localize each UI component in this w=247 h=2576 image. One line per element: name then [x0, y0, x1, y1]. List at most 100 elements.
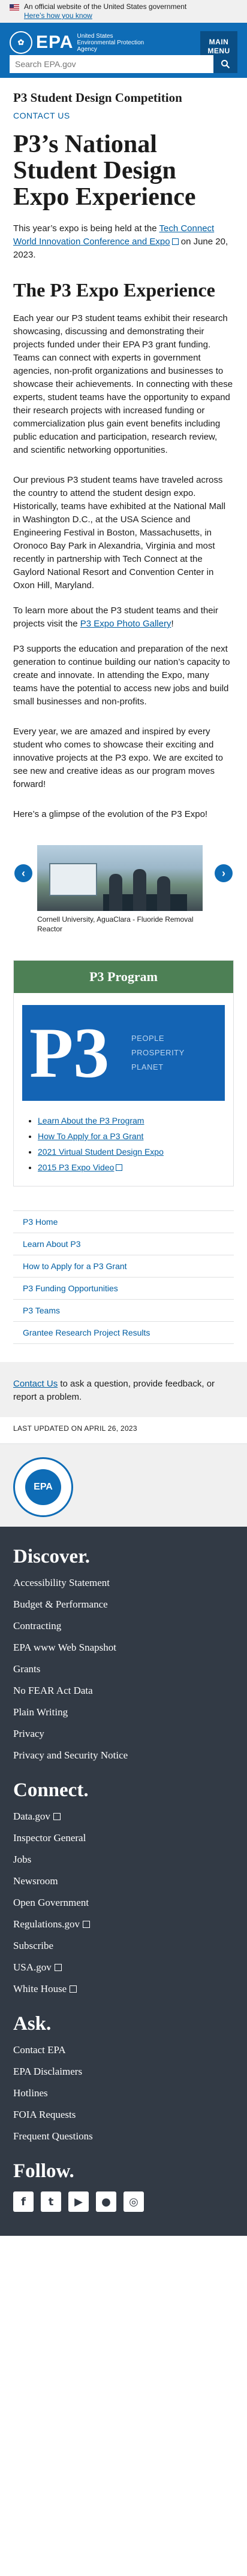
seal-band: EPA	[0, 1443, 247, 1527]
nav-p3-teams[interactable]: P3 Teams	[13, 1299, 234, 1321]
p3-box-heading: P3 Program	[14, 961, 233, 993]
footer-link[interactable]: FOIA Requests	[13, 2109, 76, 2120]
footer-link[interactable]: USA.gov	[13, 1961, 62, 1973]
footer-link[interactable]: Jobs	[13, 1854, 31, 1865]
p3-word-prosperity: PROSPERITY	[131, 1048, 185, 1057]
footer-link[interactable]: Accessibility Statement	[13, 1577, 110, 1588]
footer-link[interactable]: No FEAR Act Data	[13, 1685, 93, 1696]
epa-seal-center: EPA	[25, 1469, 61, 1505]
search-bar	[10, 55, 237, 73]
logo-agency: United States Environmental Protection A…	[77, 32, 144, 53]
section-title: The P3 Expo Experience	[13, 279, 215, 301]
external-link-icon	[54, 1964, 62, 1971]
footer-link[interactable]: Open Government	[13, 1897, 89, 1908]
p3-logo: P3 PEOPLE PROSPERITY PLANET	[22, 1005, 225, 1101]
main-content: P3 Student Design Competition CONTACT US…	[0, 91, 247, 1344]
search-icon	[221, 60, 230, 69]
p3-links: Learn About the P3 Program How To Apply …	[38, 1113, 221, 1175]
footer-link[interactable]: Plain Writing	[13, 1706, 68, 1718]
p3-word-planet: PLANET	[131, 1063, 164, 1071]
photo-gallery-link[interactable]: P3 Expo Photo Gallery	[80, 619, 171, 629]
footer-link[interactable]: White House	[13, 1983, 77, 1994]
nav-p3-home[interactable]: P3 Home	[13, 1210, 234, 1233]
last-updated: LAST UPDATED ON APRIL 26, 2023	[13, 1424, 137, 1433]
gov-banner: An official website of the United States…	[0, 0, 247, 23]
contact-us-box: Contact Us to ask a question, provide fe…	[0, 1362, 247, 1417]
footer-discover-heading: Discover.	[13, 1546, 91, 1567]
footer-link[interactable]: Contracting	[13, 1620, 61, 1631]
epa-seal-icon: ✿	[10, 31, 32, 54]
footer-follow-heading: Follow.	[13, 2160, 74, 2182]
paragraph-3: To learn more about the P3 student teams…	[13, 606, 218, 629]
instagram-icon[interactable]: ◎	[123, 2191, 144, 2212]
flickr-icon[interactable]: ●	[96, 2191, 116, 2212]
footer-link[interactable]: Inspector General	[13, 1832, 86, 1844]
nav-grantee-results[interactable]: Grantee Research Project Results	[13, 1321, 234, 1344]
contact-us-footer-link[interactable]: Contact Us	[13, 1379, 58, 1389]
p3-link-expo-video[interactable]: 2015 P3 Expo Video	[38, 1163, 123, 1172]
carousel-prev-button[interactable]: ‹	[14, 864, 32, 882]
related-nav: P3 Home Learn About P3 How to Apply for …	[13, 1210, 234, 1344]
epa-seal[interactable]: EPA	[13, 1457, 73, 1517]
facebook-icon[interactable]: f	[13, 2191, 34, 2212]
carousel-next-button[interactable]: ›	[215, 864, 233, 882]
footer-connect-heading: Connect.	[13, 1779, 89, 1801]
p3-word-people: PEOPLE	[131, 1034, 165, 1043]
twitter-icon[interactable]: t	[41, 2191, 61, 2212]
footer-link[interactable]: Privacy	[13, 1728, 44, 1739]
paragraph-2: Our previous P3 student teams have trave…	[13, 475, 226, 591]
external-link-icon	[116, 1164, 123, 1171]
intro-paragraph: This year’s expo is being held at the Te…	[13, 223, 228, 260]
footer-link[interactable]: Hotlines	[13, 2087, 48, 2099]
footer-ask-heading: Ask.	[13, 2013, 52, 2035]
search-input[interactable]	[10, 55, 213, 73]
nav-funding-opportunities[interactable]: P3 Funding Opportunities	[13, 1277, 234, 1299]
p3-logo-mark: P3	[29, 1013, 110, 1092]
footer-link[interactable]: Privacy and Security Notice	[13, 1749, 128, 1761]
footer-link[interactable]: Grants	[13, 1663, 40, 1675]
footer-link[interactable]: EPA Disclaimers	[13, 2066, 82, 2077]
photo-carousel: Cornell University, AguaClara - Fluoride…	[13, 845, 234, 935]
external-link-icon	[82, 1921, 90, 1928]
page-title: P3’s National Student Design Expo Experi…	[13, 131, 196, 211]
footer-link[interactable]: Budget & Performance	[13, 1599, 108, 1610]
footer-link[interactable]: EPA www Web Snapshot	[13, 1642, 116, 1653]
youtube-icon[interactable]: ▶	[68, 2191, 89, 2212]
community-title: P3 Student Design Competition	[13, 90, 182, 105]
main-menu-button[interactable]: MAIN MENU	[200, 31, 237, 57]
footer-ask-list: Contact EPA EPA Disclaimers Hotlines FOI…	[13, 2039, 234, 2147]
p3-link-virtual-expo[interactable]: 2021 Virtual Student Design Expo	[38, 1147, 164, 1157]
carousel-slide: Cornell University, AguaClara - Fluoride…	[37, 845, 203, 934]
footer-link[interactable]: Regulations.gov	[13, 1918, 90, 1930]
footer-link[interactable]: Frequent Questions	[13, 2130, 93, 2142]
p3-link-apply[interactable]: How To Apply for a P3 Grant	[38, 1131, 143, 1141]
carousel-caption: Cornell University, AguaClara - Fluoride…	[37, 915, 194, 933]
nav-learn-about-p3[interactable]: Learn About P3	[13, 1233, 234, 1255]
footer-link[interactable]: Subscribe	[13, 1940, 53, 1951]
site-footer: Discover. Accessibility Statement Budget…	[0, 1527, 247, 2236]
footer-link[interactable]: Newsroom	[13, 1875, 58, 1887]
heres-how-you-know-link[interactable]: Here’s how you know	[24, 11, 92, 20]
contact-us-link[interactable]: CONTACT US	[13, 111, 234, 120]
footer-link[interactable]: Data.gov	[13, 1811, 61, 1822]
social-links: f t ▶ ● ◎	[13, 2191, 234, 2212]
external-link-icon	[171, 238, 179, 245]
p3-program-box: P3 Program P3 PEOPLE PROSPERITY PLANET L…	[13, 960, 234, 1186]
logo-word: EPA	[36, 32, 74, 52]
expo-photo	[37, 845, 203, 911]
paragraph-5: Every year, we are amazed and inspired b…	[13, 727, 223, 789]
external-link-icon	[53, 1813, 61, 1820]
paragraph-4: P3 supports the education and preparatio…	[13, 644, 230, 707]
gov-banner-text: An official website of the United States…	[24, 2, 187, 11]
us-flag-icon	[10, 4, 19, 11]
paragraph-6: Here’s a glimpse of the evolution of the…	[13, 809, 208, 819]
external-link-icon	[70, 1985, 77, 1993]
footer-connect-list: Data.gov Inspector General Jobs Newsroom…	[13, 1806, 234, 2000]
p3-link-learn[interactable]: Learn About the P3 Program	[38, 1116, 144, 1125]
paragraph-1: Each year our P3 student teams exhibit t…	[13, 313, 233, 455]
footer-link[interactable]: Contact EPA	[13, 2044, 66, 2056]
site-header: ✿ EPA United States Environmental Protec…	[0, 23, 247, 78]
search-button[interactable]	[213, 55, 237, 73]
nav-how-to-apply[interactable]: How to Apply for a P3 Grant	[13, 1255, 234, 1277]
footer-discover-list: Accessibility Statement Budget & Perform…	[13, 1572, 234, 1766]
